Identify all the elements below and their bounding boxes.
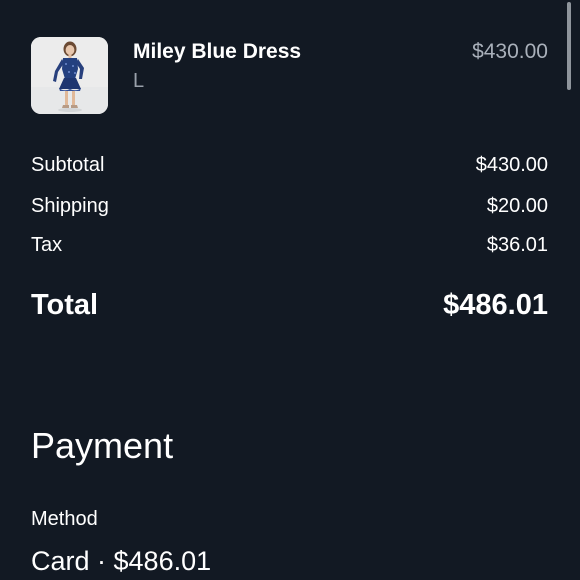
payment-method-label: Method (31, 508, 98, 530)
total-value: $486.01 (443, 289, 548, 321)
order-summary-screen: Miley Blue Dress L $430.00 Subtotal $430… (0, 0, 580, 580)
product-price: $430.00 (472, 40, 548, 63)
subtotal-row: Subtotal $430.00 (31, 154, 548, 182)
payment-heading: Payment (31, 425, 174, 466)
total-label: Total (31, 289, 99, 321)
subtotal-value: $430.00 (475, 154, 548, 176)
total-row: Total $486.01 (31, 289, 548, 327)
shipping-value: $20.00 (486, 195, 548, 217)
scrollbar[interactable] (567, 2, 571, 90)
product-variant: L (133, 70, 145, 92)
subtotal-label: Subtotal (31, 154, 105, 176)
product-name[interactable]: Miley Blue Dress (133, 40, 301, 64)
product-image (31, 37, 108, 114)
product-thumbnail[interactable] (31, 37, 108, 114)
payment-method-value: Card · $486.01 (31, 546, 212, 576)
shipping-label: Shipping (31, 195, 109, 217)
shipping-row: Shipping $20.00 (31, 195, 548, 223)
tax-row: Tax $36.01 (31, 234, 548, 262)
tax-label: Tax (31, 234, 63, 256)
tax-value: $36.01 (486, 234, 548, 256)
